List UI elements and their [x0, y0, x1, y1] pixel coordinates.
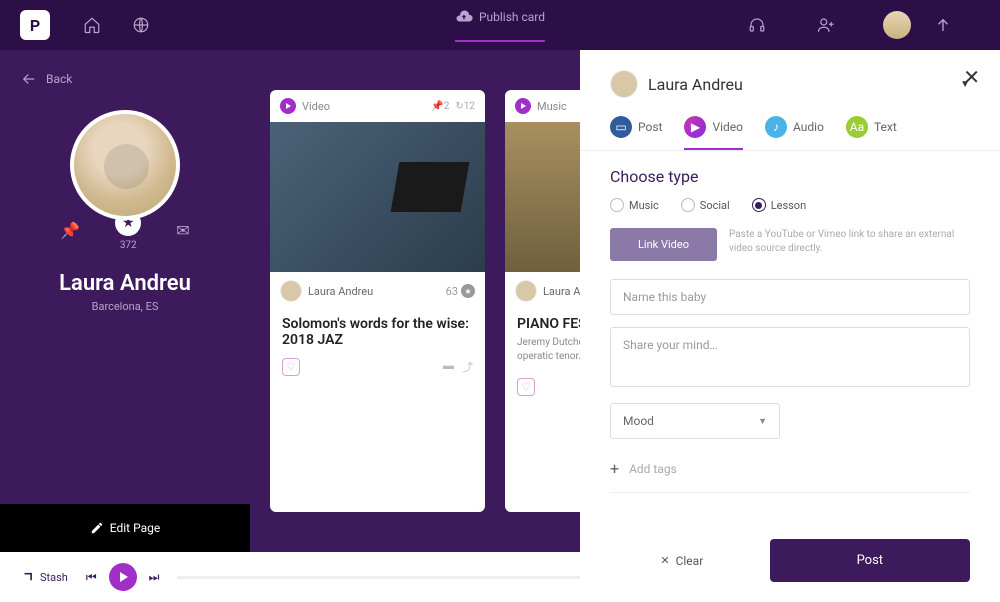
- profile-avatar[interactable]: [70, 110, 180, 220]
- like-button[interactable]: ♡: [517, 378, 535, 396]
- star-count: 372: [120, 240, 137, 251]
- home-icon[interactable]: [80, 13, 104, 37]
- card-type: Music: [537, 100, 567, 113]
- stash-button[interactable]: Stash: [20, 570, 68, 584]
- play-button[interactable]: [109, 563, 137, 591]
- next-track-icon[interactable]: ⏭: [149, 570, 160, 585]
- link-hint: Paste a YouTube or Vimeo link to share a…: [729, 228, 970, 256]
- title-input[interactable]: [610, 279, 970, 315]
- logo[interactable]: P: [20, 10, 50, 40]
- headphones-icon[interactable]: [745, 13, 769, 37]
- card-type: Video: [302, 100, 330, 113]
- prev-track-icon[interactable]: ⏮: [86, 570, 97, 585]
- panel-user-select[interactable]: Laura Andreu ▼: [580, 50, 1000, 108]
- profile-name: Laura Andreu: [59, 271, 191, 296]
- profile-location: Barcelona, ES: [92, 300, 159, 313]
- comment-icon[interactable]: ▬: [443, 359, 454, 375]
- author-avatar: [610, 70, 638, 98]
- card-stats: 📌2 ↻12: [431, 101, 475, 112]
- tab-audio[interactable]: ♪Audio: [765, 116, 824, 150]
- close-icon[interactable]: ✕: [963, 65, 980, 89]
- add-tags-button[interactable]: +Add tags: [610, 451, 970, 493]
- mood-select[interactable]: Mood▼: [610, 403, 780, 439]
- edit-page-button[interactable]: Edit Page: [0, 504, 250, 552]
- back-button[interactable]: Back: [20, 70, 72, 88]
- profile-column: 📌 ★ 372 ✉ Laura Andreu Barcelona, ES: [0, 50, 250, 552]
- publish-card-tab[interactable]: Publish card: [455, 8, 545, 42]
- like-button[interactable]: ♡: [282, 358, 300, 376]
- radio-lesson[interactable]: Lesson: [752, 198, 806, 212]
- post-button[interactable]: Post: [770, 539, 970, 582]
- type-radios: Music Social Lesson: [610, 198, 970, 212]
- content-type-tabs: ▭Post ▶Video ♪Audio AaText: [580, 108, 1000, 151]
- radio-music[interactable]: Music: [610, 198, 659, 212]
- author-name: Laura Andreu: [308, 285, 373, 298]
- tab-text[interactable]: AaText: [846, 116, 897, 150]
- up-arrow-icon[interactable]: [931, 13, 955, 37]
- author-avatar[interactable]: [515, 280, 537, 302]
- mail-icon[interactable]: ✉: [176, 221, 189, 240]
- card-image: [270, 122, 485, 272]
- tab-post[interactable]: ▭Post: [610, 116, 662, 150]
- clear-button[interactable]: ✕Clear: [610, 539, 754, 582]
- top-bar: P Publish card: [0, 0, 1000, 50]
- add-user-icon[interactable]: [814, 13, 838, 37]
- publish-panel: ✕ Laura Andreu ▼ ▭Post ▶Video ♪Audio AaT…: [580, 50, 1000, 602]
- author-name: Laura A: [543, 285, 580, 298]
- link-video-button[interactable]: Link Video: [610, 228, 717, 261]
- card-title: Solomon's words for the wise: 2018 JAZ: [270, 310, 485, 352]
- chevron-down-icon: ▼: [758, 416, 767, 427]
- author-avatar[interactable]: [280, 280, 302, 302]
- panel-author-name: Laura Andreu: [648, 75, 743, 94]
- pin-icon[interactable]: 📌: [60, 221, 80, 240]
- description-input[interactable]: [610, 327, 970, 387]
- radio-social[interactable]: Social: [681, 198, 730, 212]
- video-card[interactable]: Video 📌2 ↻12 Laura Andreu 63★ Solomon's …: [270, 90, 485, 512]
- user-avatar[interactable]: [883, 11, 911, 39]
- share-icon[interactable]: ⤴: [462, 359, 473, 375]
- tab-video[interactable]: ▶Video: [684, 116, 743, 150]
- globe-icon[interactable]: [129, 13, 153, 37]
- play-icon: [280, 98, 296, 114]
- play-icon: [515, 98, 531, 114]
- choose-type-heading: Choose type: [610, 167, 970, 186]
